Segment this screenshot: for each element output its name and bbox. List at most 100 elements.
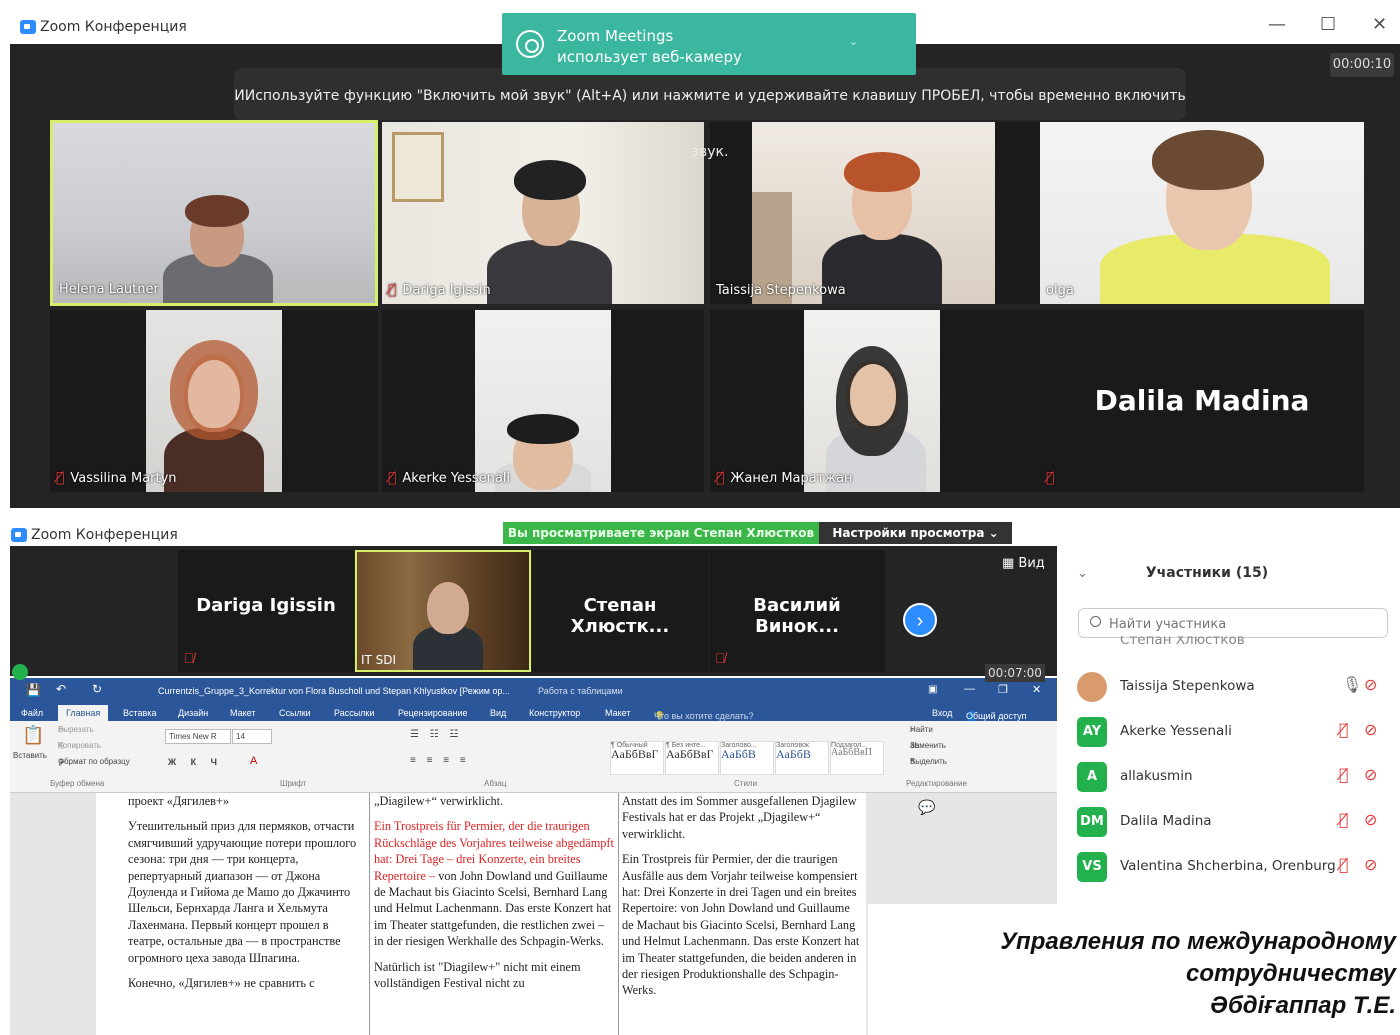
font-format-buttons[interactable]: Ж К Ч [168, 757, 223, 767]
participant-video [53, 123, 375, 303]
video-tile-akerke[interactable]: 🎙̸ Akerke Yessenali [382, 310, 704, 492]
video-tile-helena[interactable]: Helena Lautner [50, 120, 378, 306]
tab-home[interactable]: Главная [58, 705, 109, 721]
mic-muted-icon[interactable]: 🎙̸ [1339, 765, 1349, 784]
video-tile-olga[interactable]: olga [1040, 122, 1364, 304]
unmute-hint: ИИспользуйте функцию "Включить мой звук"… [234, 68, 1186, 160]
tab-mailings[interactable]: Рассылки [334, 708, 374, 718]
strip-tile-itsdi[interactable]: IT SDI [355, 550, 531, 672]
notification-text: использует веб-камеру [557, 48, 742, 66]
signin-link[interactable]: Вход [932, 708, 952, 718]
participant-name: Taissija Stepenkowa [716, 283, 846, 298]
font-color-icon[interactable]: A [250, 755, 257, 767]
view-settings-button[interactable]: Настройки просмотра ⌄ [819, 522, 1012, 544]
video-tile-dariga[interactable]: 🎙̸ Dariga Igissin [382, 122, 704, 304]
participant-row-partial[interactable]: Степан Хлюстков [1057, 636, 1400, 650]
video-tile-vassilina[interactable]: 🎙̸ Vassilina Martyn [50, 310, 378, 492]
participant-row[interactable]: DM Dalila Madina 🎙̸ ⊘ [1057, 802, 1400, 842]
participant-row[interactable]: A allakusmin 🎙̸ ⊘ [1057, 757, 1400, 797]
paste-button[interactable]: Вставить [13, 751, 47, 760]
video-off-icon[interactable]: ⊘ [1364, 675, 1377, 694]
zoom-logo-icon [20, 20, 36, 34]
next-page-button[interactable]: › [903, 603, 937, 637]
tab-file[interactable]: Файл [21, 708, 43, 718]
video-off-icon[interactable]: ⊘ [1364, 720, 1377, 739]
tab-design[interactable]: Дизайн [178, 708, 208, 718]
participant-name: Helena Lautner [59, 282, 159, 297]
maximize-icon[interactable]: ☐ [1320, 16, 1336, 34]
word-close-icon[interactable]: ✕ [1032, 683, 1041, 696]
participant-row[interactable]: AY Akerke Yessenali 🎙̸ ⊘ [1057, 712, 1400, 752]
chevron-down-icon[interactable]: ⌄ [849, 35, 858, 48]
font-name-select[interactable]: Times New R [165, 729, 231, 744]
participant-row[interactable]: VS Valentina Shcherbina, Orenburg 🎙̸ ⊘ [1057, 847, 1400, 887]
doc-paragraph: Ein Trostpreis für Permier, der die trau… [622, 852, 860, 998]
undo-icon[interactable]: ↶ [56, 682, 66, 696]
close-icon[interactable]: ✕ [1372, 16, 1387, 34]
mic-muted-icon: 🎙̸ [56, 470, 65, 486]
minimize-icon[interactable]: — [1268, 16, 1286, 34]
participant-search[interactable] [1078, 608, 1388, 638]
mic-muted-icon: 🎙̸ [1046, 470, 1055, 486]
participant-row[interactable]: Taissija Stepenkowa 🎙 ⊘ [1057, 667, 1400, 707]
save-icon[interactable]: 💾 [26, 683, 41, 697]
mic-icon[interactable]: 🎙 [1342, 675, 1362, 694]
mic-muted-icon[interactable]: 🎙̸ [1339, 720, 1349, 739]
tab-table-design[interactable]: Конструктор [529, 708, 580, 718]
tab-view[interactable]: Вид [490, 708, 506, 718]
style-normal[interactable]: АаБбВвГ ¶ Обычный [610, 741, 664, 775]
comment-icon[interactable]: 💬 [918, 799, 935, 816]
participant-video [804, 310, 940, 492]
avatar: VS [1077, 852, 1107, 882]
participant-name: Dariga Igissin [196, 595, 336, 616]
tab-references[interactable]: Ссылки [279, 708, 311, 718]
security-shield-icon [12, 664, 28, 680]
webcam-notification[interactable]: Zoom Meetings использует веб-камеру ⌄ [502, 13, 916, 75]
strip-tile-vasiliy[interactable]: Василий Винок... 🎙̸ [709, 550, 885, 672]
style-heading[interactable]: АаБбВ Заголовок [775, 741, 829, 775]
participant-name: IT SDI [361, 653, 397, 667]
styles-group-label: Стили [734, 779, 758, 788]
avatar: AY [1077, 717, 1107, 747]
mic-muted-icon[interactable]: 🎙̸ [1339, 855, 1349, 874]
redo-icon[interactable]: ↻ [92, 682, 102, 696]
participant-name: Степан Хлюстк... [570, 595, 670, 637]
word-restore-icon[interactable]: ❐ [998, 683, 1008, 696]
strip-tile-stepan[interactable]: Степан Хлюстк... [532, 550, 708, 672]
list-buttons[interactable]: ☰ ☷ ☳ [410, 729, 462, 740]
doc-paragraph: проект «Дягилев+» [128, 794, 230, 808]
participant-name: Taissija Stepenkowa [1120, 678, 1255, 694]
ribbon-display-icon[interactable]: ▣ [928, 684, 937, 695]
mic-muted-icon[interactable]: 🎙̸ [1339, 810, 1349, 829]
font-size-select[interactable]: 14 [232, 729, 272, 744]
doc-paragraph: „Diagilew+“ verwirklicht. [374, 794, 504, 808]
tab-insert[interactable]: Вставка [123, 708, 156, 718]
tab-table-layout[interactable]: Макет [605, 708, 630, 718]
tab-layout[interactable]: Макет [230, 708, 255, 718]
style-no-spacing[interactable]: АаБбВвГ ¶ Без инте... [665, 741, 719, 775]
align-buttons[interactable]: ≡ ≡ ≡ ≡ [410, 755, 470, 766]
video-tile-dalila[interactable]: Dalila Madina 🎙̸ [1040, 310, 1364, 492]
word-minimize-icon[interactable]: — [964, 683, 975, 695]
video-off-icon[interactable]: ⊘ [1364, 855, 1377, 874]
participant-name: 🎙̸ Vassilina Martyn [56, 470, 177, 486]
participant-video [1040, 122, 1364, 304]
document-page[interactable]: проект «Дягилев+» Утешительный приз для … [96, 793, 866, 1035]
webcam-icon [516, 30, 544, 58]
mic-muted-icon: 🎙̸ [184, 650, 195, 666]
video-tile-taissija[interactable]: Taissija Stepenkowa [710, 122, 1040, 304]
video-off-icon[interactable]: ⊘ [1364, 765, 1377, 784]
participant-name: Akerke Yessenali [1120, 723, 1232, 739]
style-subtitle[interactable]: АаБбВвП Подзагол... [830, 741, 884, 775]
strip-tile-dariga[interactable]: Dariga Igissin 🎙̸ [178, 550, 354, 672]
tab-review[interactable]: Рецензирование [398, 708, 468, 718]
view-button[interactable]: ▦ Вид [1002, 556, 1045, 571]
video-tile-zhanel[interactable]: 🎙̸ Жанел Маратжан [710, 310, 1040, 492]
style-heading1[interactable]: АаБбВ Заголово... [720, 741, 774, 775]
avatar: A [1077, 762, 1107, 792]
editing-group-label: Редактирование [906, 779, 967, 788]
search-input[interactable] [1109, 613, 1379, 635]
caption-line: Әбдіғаппар Т.Е. [1210, 992, 1396, 1019]
video-off-icon[interactable]: ⊘ [1364, 810, 1377, 829]
column-divider [618, 793, 619, 1035]
